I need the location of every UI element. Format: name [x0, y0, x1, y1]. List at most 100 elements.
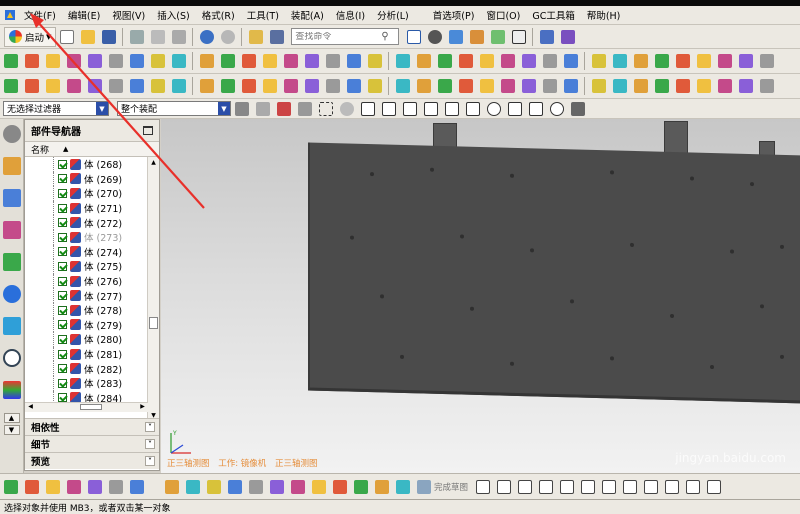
- feature-tool-button[interactable]: [85, 52, 104, 71]
- menu-edit[interactable]: 编辑(E): [62, 8, 106, 22]
- finish-sketch-button[interactable]: 完成草图: [417, 479, 468, 494]
- menu-gc-toolbox[interactable]: GC工具箱: [526, 8, 581, 22]
- curve-tool-button[interactable]: [757, 77, 776, 96]
- feature-tool-button[interactable]: [477, 52, 496, 71]
- feature-tool-button[interactable]: [365, 52, 384, 71]
- curve-tool-button[interactable]: [498, 77, 517, 96]
- sketch-tool-button[interactable]: [1, 477, 20, 496]
- menu-file[interactable]: 文件(F): [18, 8, 62, 22]
- scrollbar-thumb[interactable]: [149, 317, 158, 329]
- sketch-constraint-button[interactable]: [288, 477, 307, 496]
- polygon-sketch-button[interactable]: [599, 477, 618, 496]
- vertical-scrollbar[interactable]: ▲ ▼: [147, 157, 159, 421]
- curve-tool-button[interactable]: [169, 77, 188, 96]
- chevron-down-icon[interactable]: ˅: [145, 456, 155, 466]
- tree-row[interactable]: 体 (272): [25, 215, 148, 230]
- visibility-checkbox[interactable]: [58, 364, 67, 374]
- sketch-tool-button[interactable]: [85, 477, 104, 496]
- feature-tool-button[interactable]: [148, 52, 167, 71]
- visibility-checkbox[interactable]: [58, 232, 67, 242]
- tree-row[interactable]: 体 (271): [25, 200, 148, 216]
- tree-row[interactable]: 体 (268): [25, 157, 148, 172]
- type-filter-button[interactable]: [232, 99, 251, 118]
- horizontal-scrollbar[interactable]: ◀ ▶: [25, 402, 148, 412]
- curve-tool-button[interactable]: [715, 77, 734, 96]
- new-file-button[interactable]: [57, 27, 76, 46]
- spline-snap-button[interactable]: [421, 99, 440, 118]
- menu-analysis[interactable]: 分析(L): [371, 8, 415, 22]
- curve-tool-button[interactable]: [610, 77, 629, 96]
- visibility-checkbox[interactable]: [58, 159, 67, 169]
- visibility-checkbox[interactable]: [58, 305, 67, 315]
- maximize-icon[interactable]: [143, 126, 153, 135]
- sketch-tool-button[interactable]: [64, 477, 83, 496]
- sketch-tool-button[interactable]: [43, 477, 62, 496]
- chevron-up-icon[interactable]: ▲: [149, 158, 158, 167]
- visibility-checkbox[interactable]: [58, 203, 67, 213]
- visibility-checkbox[interactable]: [58, 320, 67, 330]
- menu-window[interactable]: 窗口(O): [480, 8, 526, 22]
- menu-help[interactable]: 帮助(H): [581, 8, 627, 22]
- open-file-button[interactable]: [78, 27, 97, 46]
- arc-snap-button[interactable]: [400, 99, 419, 118]
- curve-tool-button[interactable]: [218, 77, 237, 96]
- sketch-constraint-button[interactable]: [246, 477, 265, 496]
- feature-tool-button[interactable]: [260, 52, 279, 71]
- feature-tool-button[interactable]: [393, 52, 412, 71]
- curve-tool-button[interactable]: [197, 77, 216, 96]
- tree-row[interactable]: 体 (275): [25, 259, 148, 274]
- arc-sketch-button[interactable]: [494, 477, 513, 496]
- constraint-navigator-icon[interactable]: [2, 189, 21, 207]
- feature-tool-button[interactable]: [281, 52, 300, 71]
- feature-tool-button[interactable]: [323, 52, 342, 71]
- visibility-checkbox[interactable]: [58, 393, 67, 403]
- sketch-constraint-button[interactable]: [225, 477, 244, 496]
- name-column-header[interactable]: 名称 ▲: [25, 142, 159, 157]
- tangent-snap-button[interactable]: [442, 99, 461, 118]
- fillet-sketch-button[interactable]: [557, 477, 576, 496]
- feature-tool-button[interactable]: [652, 52, 671, 71]
- chevron-down-icon[interactable]: ▼: [96, 102, 108, 115]
- visibility-checkbox[interactable]: [58, 261, 67, 271]
- curve-tool-button[interactable]: [64, 77, 83, 96]
- line-snap-button[interactable]: [379, 99, 398, 118]
- tree-row[interactable]: 体 (270): [25, 186, 148, 201]
- sketch-tool-button[interactable]: [127, 477, 146, 496]
- cut-button[interactable]: [127, 27, 146, 46]
- curve-tool-button[interactable]: [281, 77, 300, 96]
- section-details[interactable]: 细节 ˅: [25, 435, 159, 452]
- curve-tool-button[interactable]: [736, 77, 755, 96]
- visibility-checkbox[interactable]: [58, 276, 67, 286]
- clock-icon[interactable]: [2, 349, 21, 367]
- chevron-down-icon[interactable]: ▼: [3, 425, 20, 435]
- feature-tool-button[interactable]: [757, 52, 776, 71]
- web-browser-icon[interactable]: [2, 285, 21, 303]
- zoom-button[interactable]: [425, 27, 444, 46]
- menu-assembly[interactable]: 装配(A): [285, 8, 330, 22]
- circle-sketch-button[interactable]: [515, 477, 534, 496]
- curve-tool-button[interactable]: [365, 77, 384, 96]
- chevron-right-icon[interactable]: ▶: [138, 403, 147, 410]
- feature-tool-button[interactable]: [589, 52, 608, 71]
- more-snap-button[interactable]: [568, 99, 587, 118]
- feature-tool-button[interactable]: [414, 52, 433, 71]
- tree-row[interactable]: 体 (277): [25, 288, 148, 303]
- curve-tool-button[interactable]: [435, 77, 454, 96]
- scrollbar-thumb[interactable]: [80, 404, 102, 410]
- rectangle-sketch-button[interactable]: [536, 477, 555, 496]
- visibility-checkbox[interactable]: [58, 291, 67, 301]
- curve-tool-button[interactable]: [85, 77, 104, 96]
- move-object-button[interactable]: [558, 27, 577, 46]
- visibility-checkbox[interactable]: [58, 188, 67, 198]
- curve-tool-button[interactable]: [127, 77, 146, 96]
- feature-tool-button[interactable]: [64, 52, 83, 71]
- sketch-constraint-button[interactable]: [204, 477, 223, 496]
- extend-sketch-button[interactable]: [641, 477, 660, 496]
- curve-tool-button[interactable]: [477, 77, 496, 96]
- feature-tool-button[interactable]: [519, 52, 538, 71]
- tree-row[interactable]: 体 (276): [25, 273, 148, 289]
- selection-filter-select[interactable]: 无选择过滤器 ▼: [3, 101, 109, 116]
- curve-tool-button[interactable]: [22, 77, 41, 96]
- curve-tool-button[interactable]: [673, 77, 692, 96]
- curve-tool-button[interactable]: [239, 77, 258, 96]
